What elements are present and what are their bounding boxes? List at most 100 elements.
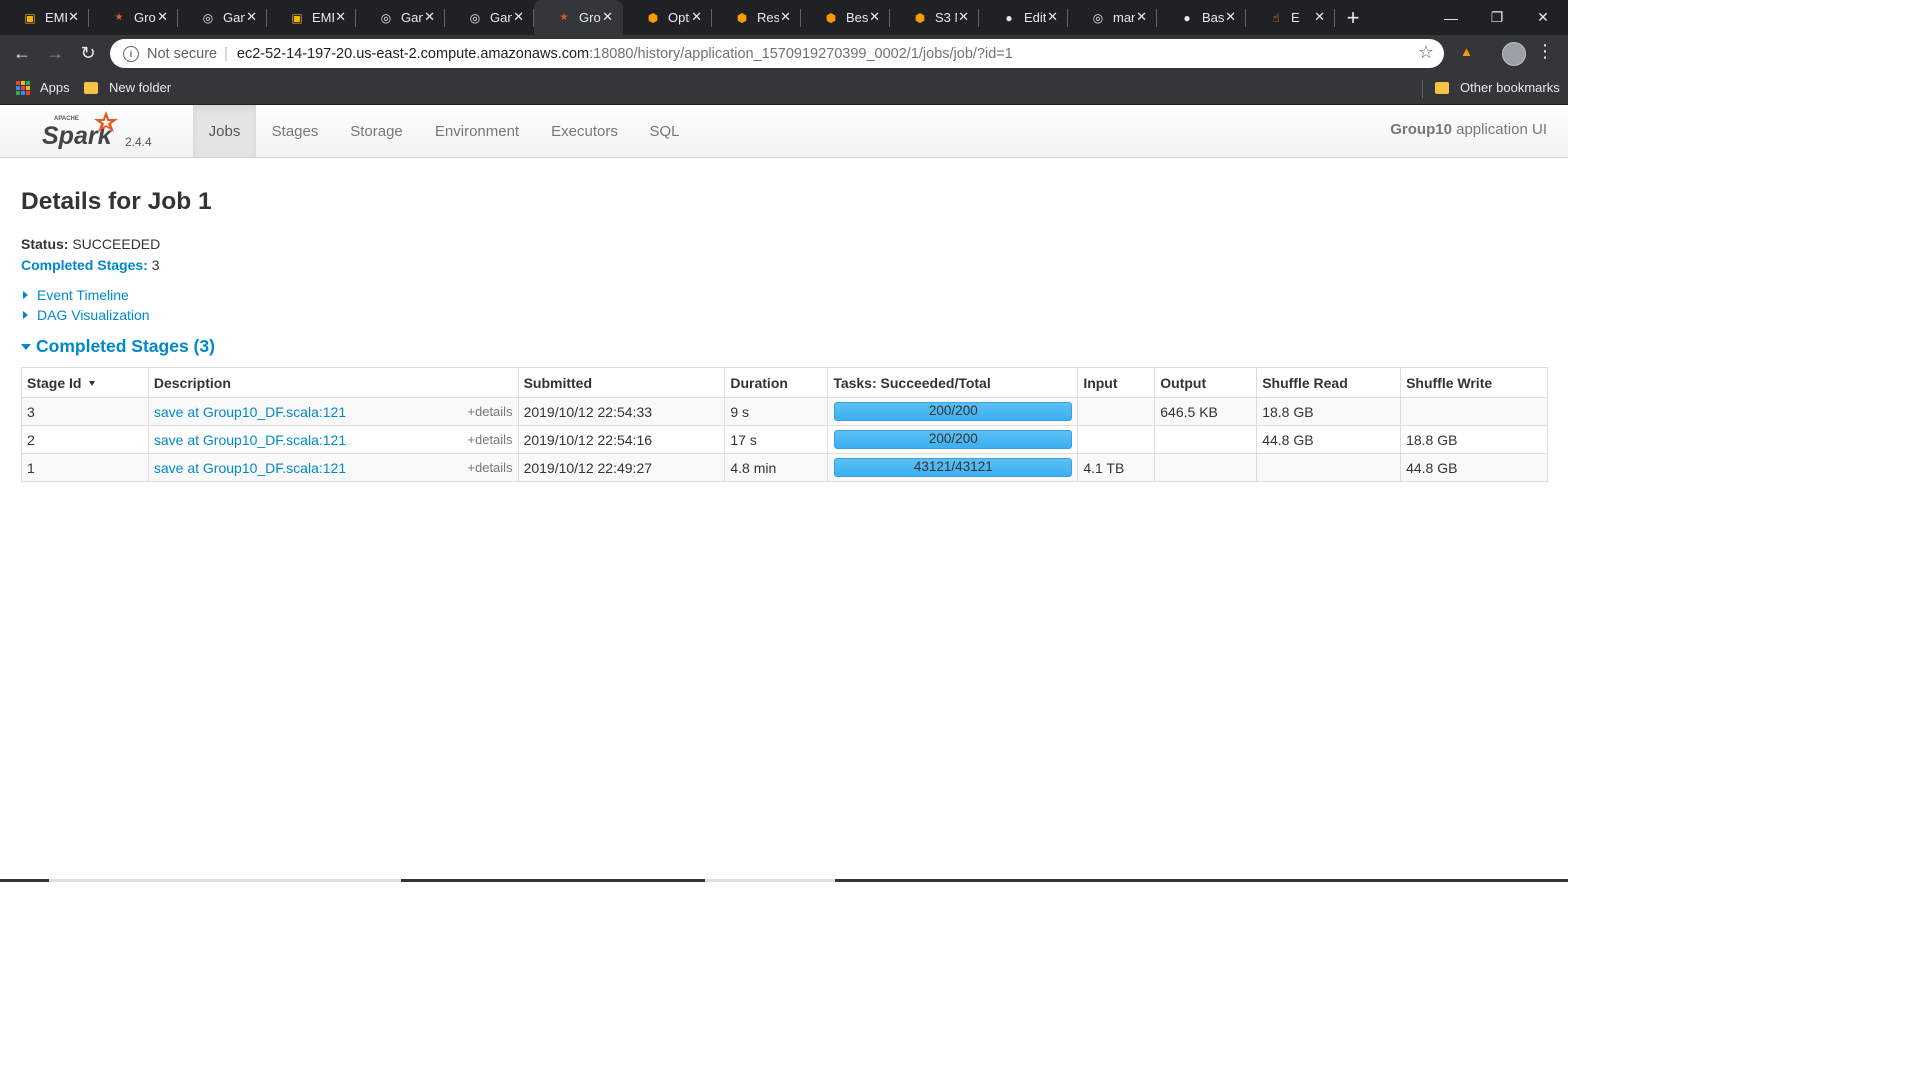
reload-icon[interactable]: ↻: [75, 40, 101, 66]
info-icon[interactable]: i: [123, 45, 139, 62]
column-header[interactable]: Description: [147, 367, 519, 398]
address-bar[interactable]: i Not secure | ec2-52-14-197-20.us-east-…: [110, 39, 1444, 68]
browser-tab[interactable]: ★ Grou✕: [534, 0, 623, 35]
column-header-label: Description: [153, 374, 231, 391]
url-path[interactable]: :18080/history/application_1570919270399…: [589, 46, 1013, 62]
stage-description-link[interactable]: save at Group10_DF.scala:121: [154, 460, 346, 476]
restore-icon[interactable]: ❐: [1474, 0, 1520, 35]
submitted-time: 2019/10/12 22:54:16: [523, 431, 653, 448]
details-toggle[interactable]: +details: [467, 432, 512, 447]
completed-stages-link[interactable]: Completed Stages:: [21, 257, 148, 273]
tab-title: EMR: [45, 10, 67, 25]
completed-stages-toggle[interactable]: Completed Stages (3): [21, 336, 215, 357]
nav-tab-stages[interactable]: Stages: [256, 105, 334, 157]
url-host[interactable]: ec2-52-14-197-20.us-east-2.compute.amazo…: [237, 46, 589, 62]
nav-tab-jobs[interactable]: Jobs: [193, 105, 256, 157]
details-toggle[interactable]: +details: [467, 460, 512, 475]
browser-tab[interactable]: ● Editi✕: [979, 0, 1068, 35]
browser-tab[interactable]: ☝ E ✕: [1246, 0, 1335, 35]
github-icon: ●: [1183, 10, 1191, 25]
globe-icon: ◎: [202, 10, 214, 25]
security-label[interactable]: Not secure: [147, 46, 217, 62]
input-cell: [1077, 425, 1156, 454]
browser-tab[interactable]: ● Basi✕: [1157, 0, 1246, 35]
nav-tab-storage[interactable]: Storage: [334, 105, 419, 157]
expand-arrow-icon: [23, 291, 28, 299]
details-toggle[interactable]: +details: [467, 404, 512, 419]
column-header[interactable]: Tasks: Succeeded/Total: [827, 367, 1079, 398]
submitted-time: 2019/10/12 22:49:27: [523, 459, 653, 476]
browser-menu-icon[interactable]: ⋮: [1536, 41, 1554, 62]
spark-logo[interactable]: APACHE Spark: [40, 109, 120, 153]
tab-close-icon[interactable]: ✕: [335, 9, 346, 25]
spark-icon: ★: [114, 12, 124, 23]
browser-tab[interactable]: ▣ EMR✕: [0, 0, 89, 35]
browser-tab[interactable]: ⬢ S3 N✕: [890, 0, 979, 35]
browser-tab[interactable]: ◎ man ✕: [1068, 0, 1157, 35]
stage-id-cell: 2: [21, 425, 149, 454]
bookmark-other[interactable]: Other bookmarks: [1435, 80, 1560, 95]
tab-close-icon[interactable]: ✕: [424, 9, 435, 25]
bookmark-star-icon[interactable]: ☆: [1418, 42, 1434, 63]
bookmark-apps[interactable]: Apps: [16, 80, 70, 95]
dag-visualization-toggle[interactable]: DAG Visualization: [21, 307, 150, 323]
close-window-icon[interactable]: ✕: [1520, 0, 1566, 35]
browser-tab[interactable]: ⬢ Opti ✕: [623, 0, 712, 35]
tab-close-icon[interactable]: ✕: [780, 9, 791, 25]
browser-tab[interactable]: ⬢ Best✕: [801, 0, 890, 35]
nav-tab-environment[interactable]: Environment: [419, 105, 535, 157]
column-header[interactable]: Input: [1077, 367, 1156, 398]
event-timeline-toggle[interactable]: Event Timeline: [21, 287, 129, 303]
tab-close-icon[interactable]: ✕: [958, 9, 969, 25]
browser-tab[interactable]: ★ Grou✕: [89, 0, 178, 35]
column-header[interactable]: Output: [1154, 367, 1258, 398]
tab-close-icon[interactable]: ✕: [869, 9, 880, 25]
extension-icon[interactable]: ▲: [1460, 44, 1474, 59]
tab-close-icon[interactable]: ✕: [1047, 9, 1058, 25]
minimize-icon[interactable]: —: [1428, 0, 1474, 35]
column-header[interactable]: Shuffle Read: [1256, 367, 1402, 398]
tab-close-icon[interactable]: ✕: [68, 9, 79, 25]
browser-tab[interactable]: ◎ Gan ✕: [178, 0, 267, 35]
column-header[interactable]: Shuffle Write: [1400, 367, 1548, 398]
tab-close-icon[interactable]: ✕: [246, 9, 257, 25]
bookmarks-divider: [1422, 80, 1423, 98]
nav-tab-executors[interactable]: Executors: [535, 105, 634, 157]
tab-close-icon[interactable]: ✕: [1225, 9, 1236, 25]
spark-icon: ★: [559, 12, 569, 23]
tab-close-icon[interactable]: ✕: [1136, 9, 1147, 25]
column-header[interactable]: Duration: [724, 367, 829, 398]
tab-close-icon[interactable]: ✕: [513, 9, 524, 25]
forward-arrow-icon[interactable]: →: [42, 40, 68, 66]
column-header[interactable]: Stage Id: [21, 367, 149, 398]
shuffle-write-cell: 18.8 GB: [1400, 425, 1548, 454]
stage-description-link[interactable]: save at Group10_DF.scala:121: [154, 432, 346, 448]
browser-tab[interactable]: ◎ Gan ✕: [356, 0, 445, 35]
profile-avatar[interactable]: [1502, 42, 1526, 66]
tab-title: Grou: [579, 10, 601, 25]
tab-close-icon[interactable]: ✕: [1314, 9, 1325, 25]
nav-tab-sql[interactable]: SQL: [634, 105, 695, 157]
shuffle-write-value: 44.8 GB: [1406, 459, 1458, 476]
column-header[interactable]: Submitted: [517, 367, 726, 398]
tasks-count: 43121/43121: [913, 459, 993, 474]
tab-close-icon[interactable]: ✕: [157, 9, 168, 25]
bookmark-new-folder[interactable]: New folder: [84, 80, 171, 95]
tasks-cell: 200/200: [827, 397, 1079, 426]
tab-title: Opti: [668, 10, 690, 25]
status-label: Status:: [21, 236, 69, 252]
output-value: 646.5 KB: [1160, 403, 1218, 420]
new-tab-button[interactable]: +: [1335, 0, 1371, 35]
browser-tab[interactable]: ⬢ Reso✕: [712, 0, 801, 35]
stage-id: 2: [27, 431, 35, 448]
browser-tab[interactable]: ◎ Gan ✕: [445, 0, 534, 35]
tab-title: Gan: [401, 10, 423, 25]
stage-description-link[interactable]: save at Group10_DF.scala:121: [154, 404, 346, 420]
tab-close-icon[interactable]: ✕: [691, 9, 702, 25]
back-arrow-icon[interactable]: ←: [9, 40, 35, 66]
browser-tab[interactable]: ▣ EMR✕: [267, 0, 356, 35]
browser-toolbar: ← → ↻ i Not secure | ec2-52-14-197-20.us…: [0, 35, 1568, 72]
column-header-label: Submitted: [523, 374, 593, 391]
duration: 9 s: [730, 403, 750, 420]
tab-close-icon[interactable]: ✕: [602, 9, 613, 25]
